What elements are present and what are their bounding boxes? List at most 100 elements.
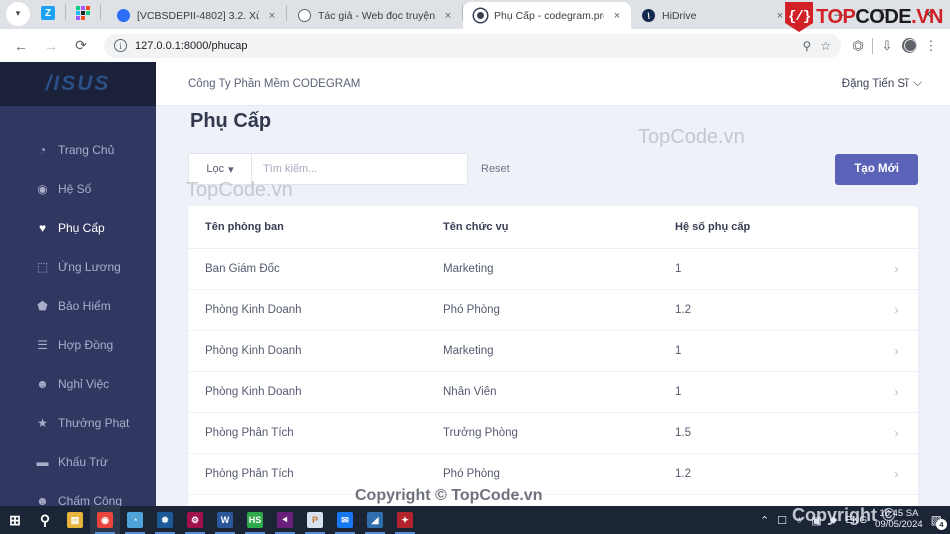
row-chevron-icon[interactable]: › — [875, 494, 918, 506]
cell-phong-ban: Phòng Phân Tích — [188, 494, 443, 506]
sidebar-item-thuong-phat[interactable]: ★ Thưởng Phạt — [0, 403, 156, 442]
camera-icon[interactable]: ☐ — [777, 514, 787, 527]
table-row[interactable]: Phòng Phân Tích Trưởng Phòng 1.5 › — [188, 412, 918, 454]
sidebar-item-ung-luong[interactable]: ⬚ Ứng Lương — [0, 247, 156, 286]
cell-he-so: 1 — [675, 494, 875, 506]
volume-icon[interactable]: ⬥ — [830, 514, 838, 527]
diamond-blue-icon — [114, 6, 133, 25]
editor-app-icon: ◢ — [367, 512, 383, 528]
column-header-action — [875, 206, 918, 249]
database-app[interactable]: ⚙ — [180, 506, 210, 534]
sidebar-item-label: Nghỉ Việc — [58, 376, 110, 391]
tab-close-icon[interactable]: × — [442, 10, 454, 22]
user-minus-icon: ☻ — [36, 376, 49, 391]
brand-logo-area: /ISUS — [0, 62, 156, 106]
tray-expand-chevron-icon[interactable]: ⌃ — [760, 514, 769, 527]
row-chevron-icon[interactable]: › — [875, 330, 918, 372]
search-input[interactable] — [252, 154, 467, 184]
cell-chuc-vu: Marketing — [443, 330, 675, 372]
globe-app[interactable]: ❅ — [150, 506, 180, 534]
tab-title: [VCBSDEPII-4802] 3.2. Xử lý gá — [137, 9, 259, 22]
topcode-top: TOP — [816, 5, 856, 28]
table-row[interactable]: Phòng Kinh Doanh Nhân Viên 1 › — [188, 371, 918, 413]
tab-close-icon[interactable]: × — [611, 10, 623, 22]
row-chevron-icon[interactable]: › — [875, 453, 918, 495]
clock[interactable]: 10:45 SA 09/05/2024 — [875, 508, 923, 531]
sidebar-item-label: Bảo Hiểm — [58, 298, 111, 313]
sidebar-item-label: Hợp Đồng — [58, 337, 114, 352]
zalo-pinned-icon[interactable]: Z — [37, 2, 59, 24]
browser-tab-2[interactable]: Tác giả - Web đọc truyện × — [287, 2, 462, 29]
file-explorer[interactable]: ▤ — [60, 506, 90, 534]
table-row[interactable]: Phòng Kinh Doanh Marketing 1 › — [188, 330, 918, 372]
microphone-icon[interactable]: ♁ — [795, 514, 803, 526]
table-body: Ban Giám Đốc Marketing 1 › Phòng Kinh Doanh P… — [188, 248, 918, 506]
language-indicator[interactable]: ENG — [845, 515, 867, 526]
forward-button[interactable]: → — [38, 33, 64, 59]
profile-avatar[interactable] — [898, 35, 920, 57]
filter-dropdown[interactable]: Lọc ▾ — [189, 154, 252, 184]
download-icon[interactable]: ⇩ — [876, 35, 898, 57]
editor-app[interactable]: ◢ — [360, 506, 390, 534]
sidebar-item-cham-cong[interactable]: ☻ Chấm Công — [0, 481, 156, 507]
plex-app[interactable]: P — [300, 506, 330, 534]
cell-he-so: 1.5 — [675, 412, 875, 454]
row-chevron-icon[interactable]: › — [875, 289, 918, 331]
table-row[interactable]: Phòng Phân Tích Phó Phòng 1.2 › — [188, 453, 918, 495]
cell-chuc-vu: Phó Phòng — [443, 453, 675, 495]
page-title: Phụ Cấp — [190, 110, 272, 132]
table-row[interactable]: Phòng Kinh Doanh Phó Phòng 1.2 › — [188, 289, 918, 331]
display-icon[interactable]: ▣ — [811, 514, 821, 527]
row-chevron-icon[interactable]: › — [875, 248, 918, 290]
sidebar-item-trang-chu[interactable]: ◔ Trang Chủ — [0, 130, 156, 169]
tab-search-chevron-icon[interactable]: ▾ — [6, 1, 30, 26]
sidebar-item-nghi-viec[interactable]: ☻ Nghỉ Việc — [0, 364, 156, 403]
extensions-puzzle-icon[interactable]: ⏣ — [847, 35, 869, 57]
browser-tab-3[interactable]: Phụ Cấp - codegram.pro × — [463, 2, 631, 29]
browser-menu-icon[interactable]: ⋮ — [920, 35, 942, 57]
topcode-logo-text: TOPCODE.VN — [816, 6, 943, 29]
file-explorer-icon: ▤ — [67, 512, 83, 528]
figma-pinned-icon[interactable] — [72, 2, 94, 24]
notification-center-icon[interactable]: ▧ 4 — [931, 513, 947, 530]
reset-link[interactable]: Reset — [481, 163, 510, 175]
tab-close-icon[interactable]: × — [266, 10, 278, 22]
site-info-icon[interactable]: i — [114, 39, 127, 52]
sidebar-item-hop-dong[interactable]: ☰ Hợp Đồng — [0, 325, 156, 364]
bookmark-star-icon[interactable]: ☆ — [820, 39, 831, 53]
back-button[interactable]: ← — [8, 33, 34, 59]
heart-icon: ♥ — [38, 220, 47, 235]
sidebar-item-bao-hiem[interactable]: ⬟ Bảo Hiểm — [0, 286, 156, 325]
row-chevron-icon[interactable]: › — [875, 412, 918, 454]
address-bar[interactable]: i 127.0.0.1:8000/phucap ⚲ ☆ — [104, 33, 841, 58]
reload-button[interactable]: ⟳ — [68, 33, 94, 59]
cell-he-so: 1 — [675, 248, 875, 290]
sidebar-item-he-so[interactable]: ◉ Hệ Số — [0, 169, 156, 208]
target-icon: ◉ — [37, 181, 48, 196]
messenger-app[interactable]: ✉ — [330, 506, 360, 534]
start-button[interactable]: ⊞ — [0, 506, 30, 534]
row-chevron-icon[interactable]: › — [875, 371, 918, 413]
filter-dropdown-label: Lọc — [206, 163, 225, 175]
word-app-icon: W — [217, 512, 233, 528]
table-row[interactable]: Phòng Phân TíchNhân Viên1› — [188, 494, 918, 506]
create-new-button[interactable]: Tạo Mới — [835, 153, 918, 185]
chrome-app[interactable]: ◉ — [90, 506, 120, 534]
browser-tab-1[interactable]: [VCBSDEPII-4802] 3.2. Xử lý gá × — [106, 2, 286, 29]
word-app[interactable]: W — [210, 506, 240, 534]
hs-app[interactable]: HS — [240, 506, 270, 534]
red-app[interactable]: ✦ — [390, 506, 420, 534]
table-row[interactable]: Ban Giám Đốc Marketing 1 › — [188, 248, 918, 290]
sidebar-item-phu-cap[interactable]: ♥ Phụ Cấp — [0, 208, 156, 247]
search-button[interactable]: ⚲ — [30, 506, 60, 534]
sidebar-item-khau-tru[interactable]: ▬ Khấu Trừ — [0, 442, 156, 481]
password-key-icon[interactable]: ⚲ — [802, 39, 811, 53]
globe-icon — [298, 9, 311, 22]
browser-tab-4[interactable]: \ HiDrive × — [631, 2, 794, 29]
user-menu[interactable]: Đặng Tiến Sĩ ⌵ — [842, 77, 922, 90]
map-app[interactable]: ◔ — [120, 506, 150, 534]
visual-studio-app[interactable]: ⯇ — [270, 506, 300, 534]
filter-toolbar: Lọc ▾ Reset Tạo Mới — [188, 153, 918, 185]
web-application: /ISUS ◔ Trang Chủ ◉ Hệ Số ♥ Phụ Cấp ⬚ Ứn… — [0, 62, 950, 506]
sidebar-item-label: Phụ Cấp — [58, 220, 105, 235]
